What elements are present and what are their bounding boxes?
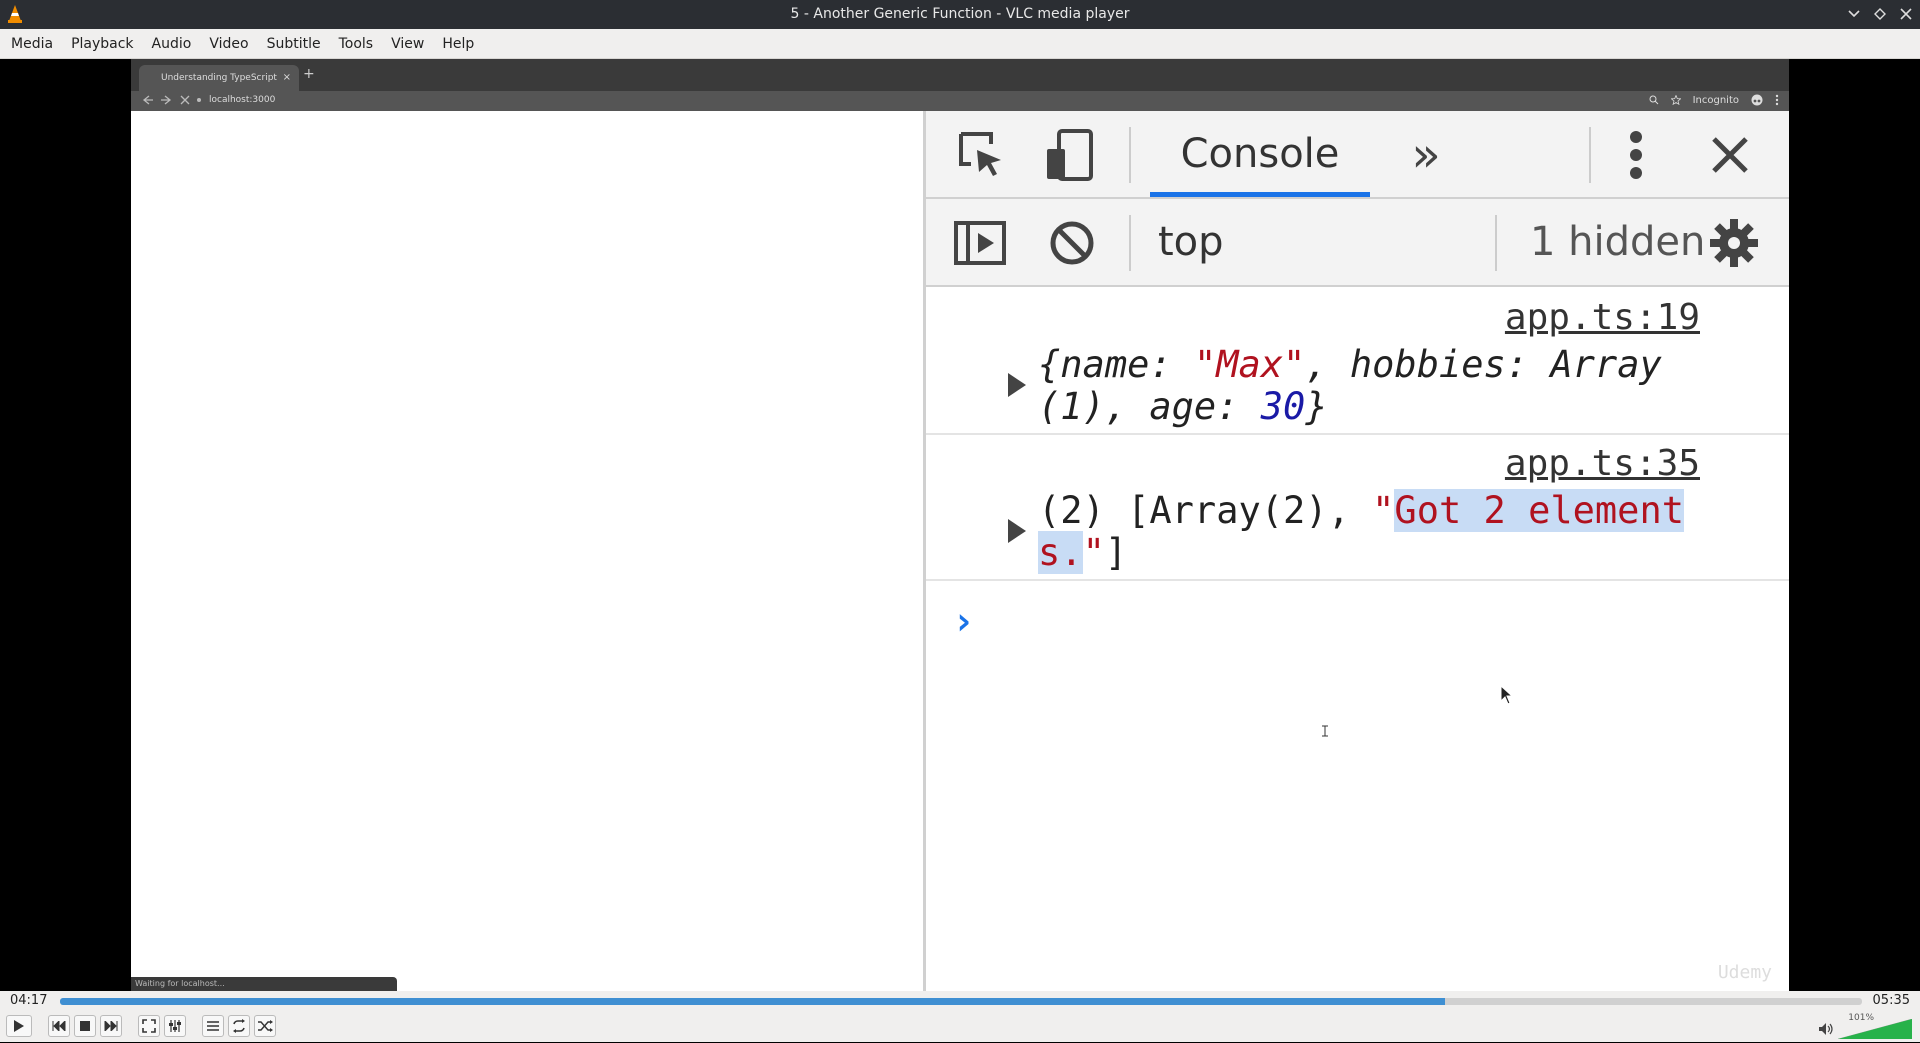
text-cursor-icon [1322, 725, 1328, 741]
incognito-icon [1751, 94, 1763, 106]
message-line: (1), age: 30} [1038, 385, 1328, 428]
stop-button[interactable] [74, 1015, 96, 1037]
menu-audio[interactable]: Audio [143, 36, 201, 52]
browser-tab-strip: Understanding TypeScript × + [131, 59, 1789, 91]
tab-active-indicator [1150, 192, 1370, 197]
close-icon[interactable] [1896, 4, 1916, 24]
menu-bar: Media Playback Audio Video Subtitle Tool… [0, 29, 1920, 59]
browser-url: localhost:3000 [209, 95, 276, 105]
watermark: Udemy [1717, 962, 1772, 983]
console-toolbar: top 1 hidden [926, 199, 1789, 287]
browser-nav-icons [141, 94, 201, 109]
menu-view[interactable]: View [382, 36, 433, 52]
message-source-link: app.ts:19 [1504, 297, 1700, 338]
browser-tab: Understanding TypeScript × [139, 65, 299, 91]
hidden-messages-count: 1 hidden [1530, 219, 1706, 265]
elapsed-time: 04:17 [10, 993, 48, 1008]
video-frame: Understanding TypeScript × + localhost:3… [131, 59, 1789, 991]
seek-row: 04:17 05:35 [0, 991, 1920, 1011]
play-button[interactable] [6, 1015, 32, 1037]
message-line: (2) [Array(2), "Got 2 element [1038, 489, 1685, 532]
total-time: 05:35 [1872, 993, 1910, 1008]
incognito-label: Incognito [1692, 94, 1739, 106]
browser-tab-title: Understanding TypeScript [161, 73, 277, 83]
zoom-icon [1649, 95, 1658, 105]
seek-progress [60, 998, 1446, 1005]
minimize-icon[interactable] [1844, 4, 1864, 24]
maximize-icon[interactable] [1870, 4, 1890, 24]
toolbar-separator [1495, 215, 1497, 271]
console-message: app.ts:19 {name: "Max", hobbies: Array (… [926, 287, 1789, 435]
message-source-link: app.ts:35 [1504, 443, 1700, 484]
menu-playback[interactable]: Playback [62, 36, 142, 52]
menu-tools[interactable]: Tools [330, 36, 383, 52]
devtools-main-toolbar: Console » [926, 111, 1789, 199]
console-output: app.ts:19 {name: "Max", hobbies: Array (… [926, 287, 1789, 991]
window-titlebar: 5 - Another Generic Function - VLC media… [0, 0, 1920, 29]
console-prompt-icon: › [952, 599, 975, 643]
clear-console-icon [1044, 215, 1100, 271]
volume-icon[interactable] [1818, 1021, 1834, 1040]
star-icon [1670, 95, 1681, 105]
close-devtools-icon [1700, 125, 1760, 185]
toolbar-separator [1589, 127, 1591, 183]
next-button[interactable] [100, 1015, 122, 1037]
extended-settings-button[interactable] [164, 1015, 186, 1037]
controls-bar: 101% [0, 1011, 1920, 1042]
volume-slider[interactable] [1837, 1018, 1913, 1040]
expand-triangle-icon [1008, 373, 1026, 397]
seek-slider[interactable] [60, 998, 1862, 1005]
menu-help[interactable]: Help [433, 36, 483, 52]
shuffle-button[interactable] [254, 1015, 276, 1037]
browser-menu-icon [1775, 94, 1779, 106]
tab-console: Console [1150, 129, 1370, 197]
toolbar-separator [1129, 215, 1131, 271]
fullscreen-button[interactable] [138, 1015, 160, 1037]
video-area[interactable]: Understanding TypeScript × + localhost:3… [0, 59, 1920, 991]
more-tabs-icon: » [1411, 127, 1441, 183]
mouse-pointer-icon [1500, 684, 1514, 709]
devtools-panel: Console » top 1 hidden app.ts:19 {name: … [923, 111, 1789, 991]
browser-status-bar: Waiting for localhost... [131, 977, 397, 991]
menu-video[interactable]: Video [200, 36, 257, 52]
playlist-button[interactable] [202, 1015, 224, 1037]
menu-subtitle[interactable]: Subtitle [258, 36, 330, 52]
device-toolbar-icon [1040, 125, 1100, 185]
show-sidebar-icon [950, 215, 1010, 271]
inspect-element-icon [952, 125, 1012, 185]
kebab-menu-icon [1616, 125, 1656, 185]
browser-address-bar: localhost:3000 Incognito [131, 91, 1789, 111]
menu-media[interactable]: Media [2, 36, 62, 52]
execution-context-selector: top [1158, 219, 1224, 265]
tab-console-label: Console [1180, 131, 1340, 177]
console-settings-gear-icon [1706, 215, 1762, 271]
loop-button[interactable] [228, 1015, 250, 1037]
message-line: s."] [1038, 531, 1128, 574]
browser-new-tab-icon: + [303, 66, 315, 82]
browser-tab-close-icon: × [282, 72, 291, 83]
browser-page: Waiting for localhost... [131, 111, 923, 991]
toolbar-separator [1129, 127, 1131, 183]
console-message: app.ts:35 (2) [Array(2), "Got 2 element … [926, 435, 1789, 581]
expand-triangle-icon [1008, 519, 1026, 543]
previous-button[interactable] [48, 1015, 70, 1037]
window-title: 5 - Another Generic Function - VLC media… [790, 6, 1130, 22]
message-line: {name: "Max", hobbies: Array [1038, 343, 1662, 386]
